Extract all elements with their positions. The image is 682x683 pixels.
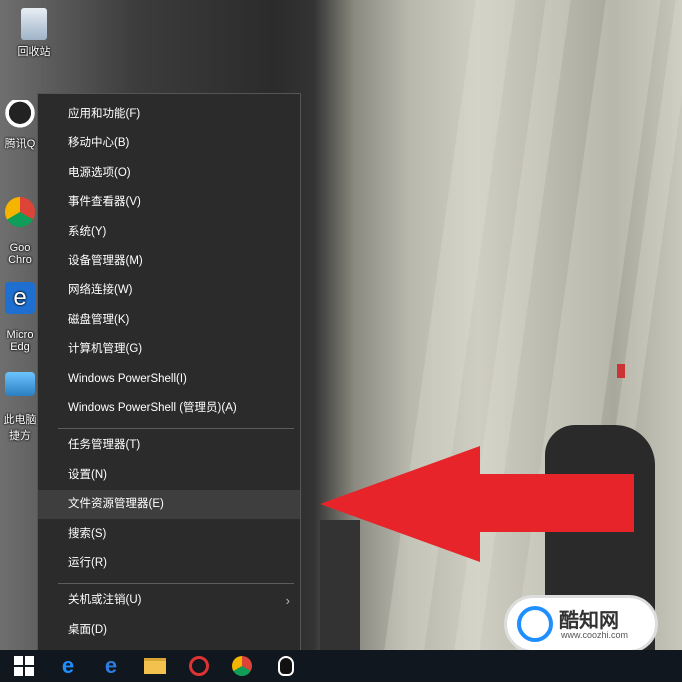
menu-item-label: 事件查看器(V) — [68, 196, 141, 208]
menu-item-computer-management[interactable]: 计算机管理(G) — [38, 335, 300, 364]
coozhi-logo-icon — [517, 606, 553, 642]
menu-item-powershell-admin[interactable]: Windows PowerShell (管理员)(A) — [38, 394, 300, 423]
menu-item-run[interactable]: 运行(R) — [38, 549, 300, 578]
chrome-icon[interactable] — [230, 654, 254, 678]
menu-item-label: 应用和功能(F) — [68, 108, 141, 120]
menu-item-label: 桌面(D) — [68, 624, 107, 636]
watermark-brand: 酷知网 — [559, 610, 619, 632]
menu-item-label: 移动中心(B) — [68, 137, 130, 149]
desktop-icon-recycle-bin[interactable]: 回收站 — [8, 8, 60, 59]
menu-item-settings[interactable]: 设置(N) — [38, 461, 300, 490]
menu-item-network-connections[interactable]: 网络连接(W) — [38, 276, 300, 305]
menu-item-search[interactable]: 搜索(S) — [38, 520, 300, 549]
desktop-icon-edge[interactable]: e Micro Edg — [0, 270, 40, 353]
file-explorer-icon[interactable] — [143, 654, 167, 678]
taskbar: e e — [0, 650, 682, 682]
menu-item-label: 网络连接(W) — [68, 284, 133, 296]
menu-item-label: 系统(Y) — [68, 226, 107, 238]
windows-start-icon[interactable] — [12, 654, 36, 678]
winx-context-menu: 应用和功能(F) 移动中心(B) 电源选项(O) 事件查看器(V) 系统(Y) … — [37, 93, 301, 651]
menu-item-device-manager[interactable]: 设备管理器(M) — [38, 247, 300, 276]
menu-item-label: 任务管理器(T) — [68, 439, 141, 451]
red-arrow-left-icon — [320, 446, 634, 562]
menu-item-label: Windows PowerShell (管理员)(A) — [68, 402, 237, 414]
desktop-icon-qq[interactable]: 腾讯Q — [0, 100, 40, 151]
menu-item-label: 文件资源管理器(E) — [68, 498, 164, 510]
menu-item-desktop[interactable]: 桌面(D) — [38, 616, 300, 645]
menu-item-label: 运行(R) — [68, 557, 107, 569]
menu-item-apps-features[interactable]: 应用和功能(F) — [38, 100, 300, 129]
edge-icon: e — [5, 282, 35, 314]
menu-separator — [58, 583, 294, 584]
menu-item-label: 计算机管理(G) — [68, 343, 143, 355]
qq-icon — [5, 100, 35, 132]
desktop-icon-this-pc[interactable]: 此电脑 捷方 — [0, 360, 40, 443]
menu-item-label: 搜索(S) — [68, 528, 107, 540]
menu-item-disk-management[interactable]: 磁盘管理(K) — [38, 306, 300, 335]
chrome-icon — [5, 197, 35, 227]
chevron-right-icon: › — [285, 593, 290, 608]
desktop-icon-chrome[interactable]: Goo Chro — [0, 185, 40, 266]
watermark-url: www.coozhi.com — [561, 630, 629, 640]
menu-item-power-options[interactable]: 电源选项(O) — [38, 159, 300, 188]
menu-item-label: 关机或注销(U) — [68, 594, 142, 606]
climber — [617, 364, 625, 378]
menu-item-label: 设置(N) — [68, 469, 107, 481]
menu-item-shutdown-signout[interactable]: 关机或注销(U) › — [38, 586, 300, 615]
menu-separator — [58, 428, 294, 429]
desktop-icon-label: 腾讯Q — [4, 138, 36, 150]
desktop-icon-label: 回收站 — [17, 46, 51, 58]
this-pc-icon — [5, 372, 35, 396]
menu-item-label: Windows PowerShell(I) — [68, 373, 187, 385]
menu-item-label: 设备管理器(M) — [68, 255, 143, 267]
ie-icon[interactable]: e — [56, 654, 80, 678]
desktop-icon-label: 此电脑 捷方 — [3, 414, 37, 442]
menu-item-file-explorer[interactable]: 文件资源管理器(E) — [38, 490, 300, 519]
desktop-icon-label: Goo Chro — [8, 242, 32, 266]
menu-item-powershell[interactable]: Windows PowerShell(I) — [38, 365, 300, 394]
menu-item-system[interactable]: 系统(Y) — [38, 218, 300, 247]
menu-item-label: 磁盘管理(K) — [68, 314, 130, 326]
edge-icon[interactable]: e — [99, 654, 123, 678]
menu-item-label: 电源选项(O) — [68, 167, 131, 179]
recycle-bin-icon — [21, 8, 47, 40]
menu-item-task-manager[interactable]: 任务管理器(T) — [38, 431, 300, 460]
desktop-icon-label: Micro Edg — [6, 329, 34, 353]
qq-icon[interactable] — [274, 654, 298, 678]
snipping-icon[interactable] — [187, 654, 211, 678]
menu-item-event-viewer[interactable]: 事件查看器(V) — [38, 188, 300, 217]
menu-item-mobility-center[interactable]: 移动中心(B) — [38, 129, 300, 158]
coozhi-watermark: 酷知网 www.coozhi.com — [504, 595, 658, 653]
